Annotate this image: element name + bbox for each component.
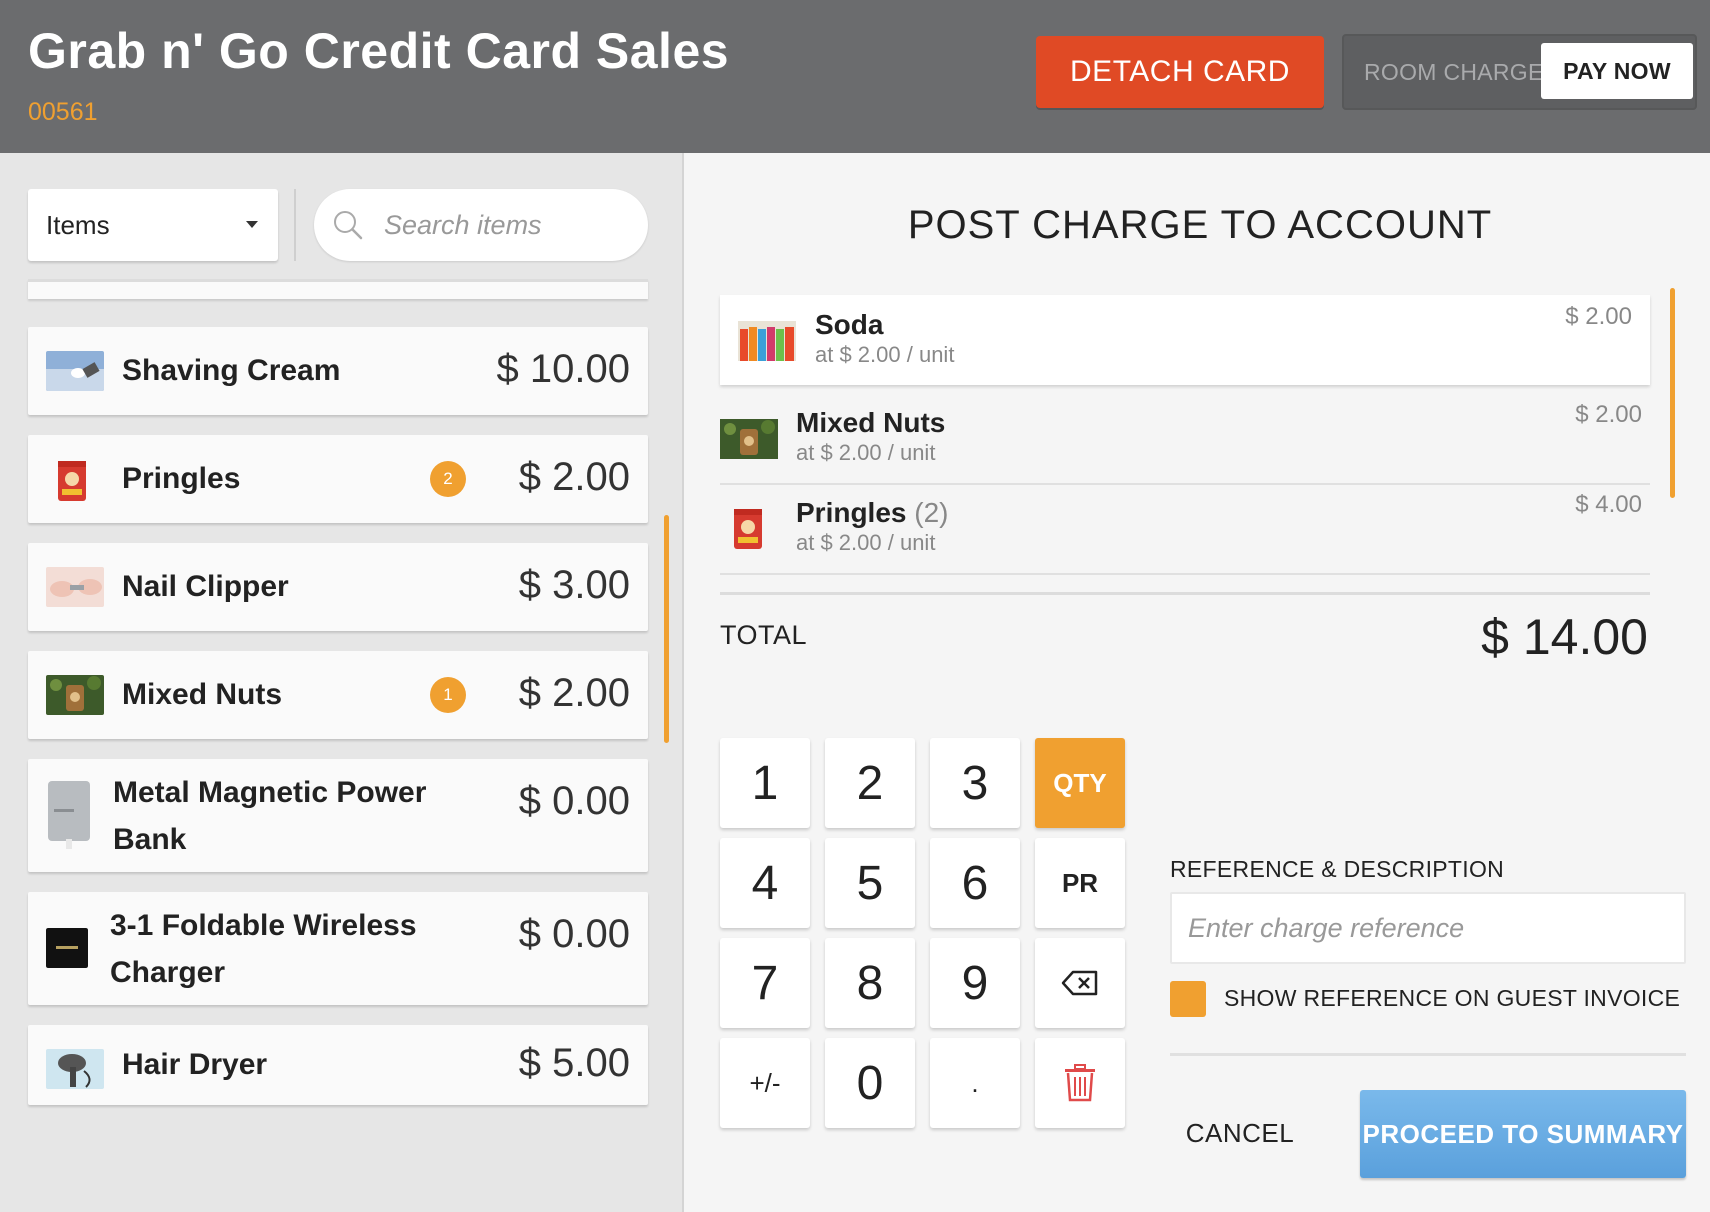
cart-line-name: Pringles (2) xyxy=(796,497,949,528)
item-name: Pringles xyxy=(122,462,241,495)
reference-label: REFERENCE & DESCRIPTION xyxy=(1170,856,1505,882)
show-reference-checkbox[interactable] xyxy=(1170,981,1206,1017)
keypad-9[interactable]: 9 xyxy=(930,938,1020,1028)
item-quantity-badge: 1 xyxy=(430,677,466,713)
page-subtitle: 00561 xyxy=(28,98,98,126)
item-name: Hair Dryer xyxy=(122,1048,268,1081)
item-price: $ 2.00 xyxy=(518,671,630,715)
charge-title: POST CHARGE TO ACCOUNT xyxy=(907,203,1493,247)
cart-line-name: Mixed Nuts xyxy=(796,407,946,438)
item-name: Shaving Cream xyxy=(122,354,341,387)
keypad-1[interactable]: 1 xyxy=(720,738,810,828)
item-card-hair-dryer[interactable]: Hair Dryer $ 5.00 xyxy=(28,1025,648,1105)
item-price: $ 5.00 xyxy=(518,1041,630,1085)
chevron-down-icon xyxy=(246,221,258,228)
item-card-mixed-nuts[interactable]: Mixed Nuts 1 $ 2.00 xyxy=(28,651,648,739)
show-reference-label: SHOW REFERENCE ON GUEST INVOICE xyxy=(1224,985,1681,1011)
item-name: Metal Magnetic Power Bank xyxy=(113,776,427,856)
nail-clipper-image xyxy=(46,567,104,607)
cart-line-unit-price: at $ 2.00 / unit xyxy=(796,440,936,465)
mixed-nuts-image xyxy=(720,419,778,459)
keypad-3[interactable]: 3 xyxy=(930,738,1020,828)
item-card-pringles[interactable]: Pringles 2 $ 2.00 xyxy=(28,435,648,523)
keypad-7[interactable]: 7 xyxy=(720,938,810,1028)
hair-dryer-image xyxy=(46,1049,104,1089)
item-price: $ 10.00 xyxy=(496,347,630,391)
total-value: $ 14.00 xyxy=(1481,609,1648,665)
cart-line-total: $ 2.00 xyxy=(1575,401,1642,428)
room-charge-option[interactable]: ROOM CHARGE xyxy=(1364,36,1544,108)
clear-button[interactable] xyxy=(1035,1038,1125,1128)
power-bank-image xyxy=(46,779,92,849)
filter-divider xyxy=(294,189,296,261)
category-select-value: Items xyxy=(46,209,110,240)
keypad-8[interactable]: 8 xyxy=(825,938,915,1028)
keypad-0[interactable]: 0 xyxy=(825,1038,915,1128)
item-card-wireless-charger[interactable]: 3-1 Foldable Wireless Charger $ 0.00 xyxy=(28,892,648,1005)
cart-line-total: $ 2.00 xyxy=(1565,303,1632,330)
app-header: Grab n' Go Credit Card Sales 00561 DETAC… xyxy=(0,0,1710,153)
item-list-scrollbar[interactable] xyxy=(664,515,669,743)
keypad-5[interactable]: 5 xyxy=(825,838,915,928)
charge-reference-input[interactable] xyxy=(1170,892,1686,964)
sign-toggle-button[interactable]: +/- xyxy=(720,1038,810,1128)
cart-line-pringles[interactable]: Pringles (2) at $ 2.00 / unit $ 4.00 xyxy=(720,485,1650,573)
backspace-icon xyxy=(1061,970,1098,996)
cart-line-total: $ 4.00 xyxy=(1575,491,1642,518)
trash-icon xyxy=(1065,1064,1095,1102)
page-title: Grab n' Go Credit Card Sales xyxy=(28,23,730,79)
item-name: Mixed Nuts xyxy=(122,678,283,711)
search-icon xyxy=(334,211,363,240)
cart-line-unit-price: at $ 2.00 / unit xyxy=(796,530,936,555)
cart-line-mixed-nuts[interactable]: Mixed Nuts at $ 2.00 / unit $ 2.00 xyxy=(720,395,1650,483)
cart-separator xyxy=(720,573,1650,575)
item-card-shaving-cream[interactable]: Shaving Cream $ 10.00 xyxy=(28,327,648,415)
total-label: TOTAL xyxy=(720,620,808,650)
cart-line-name: Soda xyxy=(815,309,884,340)
backspace-button[interactable] xyxy=(1035,938,1125,1028)
cart-line-soda[interactable]: Soda at $ 2.00 / unit $ 2.00 xyxy=(720,295,1650,385)
detach-card-button[interactable]: DETACH CARD xyxy=(1036,36,1324,108)
item-name: Nail Clipper xyxy=(122,570,289,603)
list-item xyxy=(28,279,648,299)
soda-image xyxy=(738,321,796,361)
proceed-to-summary-button[interactable]: PROCEED TO SUMMARY xyxy=(1360,1090,1686,1178)
keypad-2[interactable]: 2 xyxy=(825,738,915,828)
item-price: $ 2.00 xyxy=(518,455,630,499)
item-price: $ 3.00 xyxy=(518,563,630,607)
price-mode-button[interactable]: PR xyxy=(1035,838,1125,928)
item-card-nail-clipper[interactable]: Nail Clipper $ 3.00 xyxy=(28,543,648,631)
total-separator xyxy=(720,592,1650,595)
quantity-mode-button[interactable]: QTY xyxy=(1035,738,1125,828)
keypad-4[interactable]: 4 xyxy=(720,838,810,928)
pringles-image xyxy=(732,507,764,551)
search-placeholder: Search items xyxy=(384,209,542,240)
wireless-charger-image xyxy=(46,928,88,968)
item-price: $ 0.00 xyxy=(518,779,630,823)
item-card-power-bank[interactable]: Metal Magnetic Power Bank $ 0.00 xyxy=(28,759,648,872)
decimal-button[interactable]: . xyxy=(930,1038,1020,1128)
shaving-cream-image xyxy=(46,351,104,391)
pay-now-option[interactable]: PAY NOW xyxy=(1541,43,1693,99)
item-name: 3-1 Foldable Wireless Charger xyxy=(110,909,417,989)
cart-line-unit-price: at $ 2.00 / unit xyxy=(815,342,955,367)
mixed-nuts-image xyxy=(46,675,104,715)
keypad-6[interactable]: 6 xyxy=(930,838,1020,928)
cart-scrollbar[interactable] xyxy=(1670,288,1675,498)
item-price: $ 0.00 xyxy=(518,912,630,956)
actions-separator xyxy=(1170,1053,1686,1056)
search-input[interactable]: Search items xyxy=(314,189,648,261)
category-select[interactable]: Items xyxy=(28,189,278,261)
payment-mode-toggle: ROOM CHARGE PAY NOW xyxy=(1342,34,1697,110)
item-quantity-badge: 2 xyxy=(430,461,466,497)
cancel-button[interactable]: CANCEL xyxy=(1170,1090,1310,1176)
pringles-image xyxy=(56,459,88,503)
